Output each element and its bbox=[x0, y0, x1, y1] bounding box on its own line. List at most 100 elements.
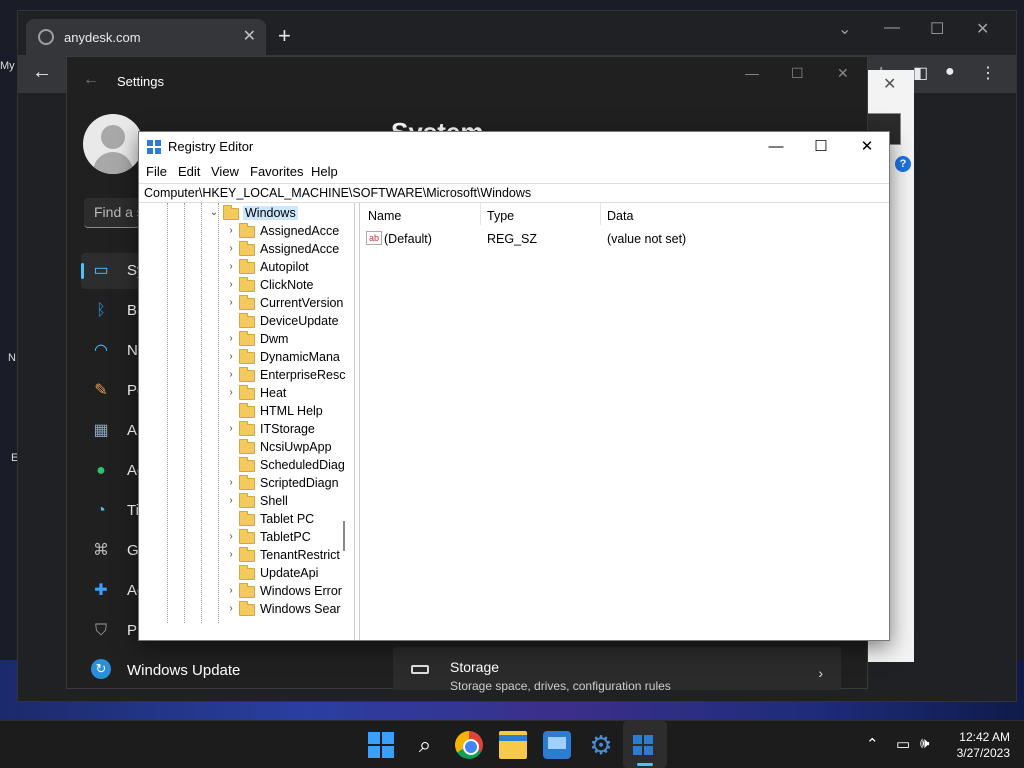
nav-item-apps[interactable]: ▦Apps bbox=[81, 413, 161, 449]
tree-node[interactable]: HTML Help bbox=[139, 403, 354, 421]
tree-node[interactable]: › ClickNote bbox=[139, 277, 354, 295]
minimize-button[interactable]: — bbox=[884, 19, 900, 37]
tree-node[interactable]: DeviceUpdate bbox=[139, 313, 354, 331]
tree-node[interactable]: › CurrentVersion bbox=[139, 295, 354, 313]
close-button[interactable]: ✕ bbox=[976, 19, 989, 39]
storage-card[interactable]: Storage Storage space, drives, configura… bbox=[393, 647, 841, 693]
nav-item-gaming[interactable]: ⌘Gaming bbox=[81, 533, 180, 569]
tree-node[interactable]: Tablet PC bbox=[139, 511, 354, 529]
tree-node-windows[interactable]: ⌄ Windows bbox=[139, 205, 354, 223]
menu-file[interactable]: File bbox=[146, 164, 167, 179]
chevron-right-icon[interactable]: › bbox=[226, 351, 236, 362]
tree-node[interactable]: › EnterpriseResc bbox=[139, 367, 354, 385]
tree-node[interactable]: › ScriptedDiagn bbox=[139, 475, 354, 493]
settings-search-input[interactable]: Find a setting bbox=[84, 198, 140, 228]
back-button[interactable]: ← bbox=[83, 71, 99, 89]
tree-node[interactable]: › TenantRestrict bbox=[139, 547, 354, 565]
menu-icon[interactable]: ⋮ bbox=[980, 63, 996, 83]
close-button[interactable]: ✕ bbox=[855, 135, 879, 159]
nav-item-windows-update[interactable]: ↻ Windows Update bbox=[81, 655, 361, 687]
value-row[interactable]: ab (Default) REG_SZ (value not set) bbox=[360, 230, 889, 248]
desktop-icon-label[interactable]: My bbox=[0, 60, 18, 72]
chevron-right-icon[interactable]: › bbox=[226, 495, 236, 506]
tree-node[interactable]: NcsiUwpApp bbox=[139, 439, 354, 457]
tree-node[interactable]: › TabletPC bbox=[139, 529, 354, 547]
chevron-up-icon[interactable]: ⌃ bbox=[866, 735, 879, 753]
registry-tree[interactable]: ⌄ Windows › AssignedAcce › AssignedAcce › Aut… bbox=[139, 203, 355, 640]
chevron-right-icon[interactable]: › bbox=[226, 423, 236, 434]
tree-node[interactable]: › Windows Sear bbox=[139, 601, 354, 619]
chevron-right-icon[interactable]: › bbox=[226, 477, 236, 488]
chevron-right-icon[interactable]: › bbox=[226, 225, 236, 236]
nav-item-accounts[interactable]: ●Accounts bbox=[81, 453, 189, 489]
profile-icon[interactable]: ● bbox=[945, 63, 955, 81]
tab-search-icon[interactable]: ⌄ bbox=[838, 19, 851, 39]
nav-item-bluetooth-devices[interactable]: ᛒBluetooth & devices bbox=[81, 293, 259, 329]
chevron-right-icon[interactable]: › bbox=[226, 261, 236, 272]
browser-tab[interactable]: anydesk.com ✕ bbox=[26, 19, 266, 55]
start-icon[interactable] bbox=[367, 731, 395, 759]
network-icon[interactable]: ▭ bbox=[896, 735, 910, 753]
settings-icon[interactable]: ⚙ bbox=[587, 731, 615, 759]
close-button[interactable]: ✕ bbox=[837, 65, 849, 82]
avatar[interactable] bbox=[83, 114, 143, 174]
back-button[interactable]: ← bbox=[32, 61, 52, 84]
search-icon[interactable]: ⌕ bbox=[411, 731, 439, 759]
maximize-button[interactable]: ☐ bbox=[930, 19, 944, 39]
maximize-button[interactable]: ☐ bbox=[791, 65, 804, 82]
tree-node[interactable]: › Heat bbox=[139, 385, 354, 403]
tree-node[interactable]: UpdateApi bbox=[139, 565, 354, 583]
chevron-right-icon[interactable]: › bbox=[226, 531, 236, 542]
tree-node[interactable]: › AssignedAcce bbox=[139, 241, 354, 259]
column-header-type[interactable]: Type bbox=[487, 209, 514, 223]
chrome-icon[interactable] bbox=[455, 731, 483, 759]
address-bar[interactable]: Computer\HKEY_LOCAL_MACHINE\SOFTWARE\Mic… bbox=[139, 183, 889, 203]
nav-item-personalization[interactable]: ✎Personalization bbox=[81, 373, 229, 409]
tree-node-label: Dwm bbox=[260, 332, 289, 346]
column-header-name[interactable]: Name bbox=[368, 209, 401, 223]
help-icon[interactable]: ? bbox=[895, 156, 911, 172]
tree-node[interactable]: › DynamicMana bbox=[139, 349, 354, 367]
chevron-right-icon[interactable]: › bbox=[226, 387, 236, 398]
tree-node[interactable]: ScheduledDiag bbox=[139, 457, 354, 475]
tree-node[interactable]: › ITStorage bbox=[139, 421, 354, 439]
menu-view[interactable]: View bbox=[211, 164, 239, 179]
remote-desktop-icon[interactable] bbox=[543, 731, 571, 759]
new-tab-button[interactable]: + bbox=[278, 23, 291, 49]
panel-close-icon[interactable]: ✕ bbox=[883, 74, 896, 94]
chevron-right-icon[interactable]: › bbox=[226, 603, 236, 614]
registry-editor-icon[interactable] bbox=[631, 731, 659, 759]
nav-item-time-language[interactable]: ◔Time & language bbox=[81, 493, 240, 529]
tree-node[interactable]: › Autopilot bbox=[139, 259, 354, 277]
nav-item-system[interactable]: ▭System bbox=[81, 253, 177, 289]
chevron-right-icon[interactable]: › bbox=[226, 279, 236, 290]
chevron-right-icon[interactable]: › bbox=[226, 369, 236, 380]
sidebar-icon[interactable]: ◧ bbox=[913, 63, 928, 83]
menu-help[interactable]: Help bbox=[311, 164, 338, 179]
maximize-button[interactable]: ☐ bbox=[809, 135, 833, 159]
tree-vertical-scrollbar[interactable] bbox=[343, 521, 345, 551]
tree-node[interactable]: › Dwm bbox=[139, 331, 354, 349]
tree-node[interactable]: › Windows Error bbox=[139, 583, 354, 601]
chevron-right-icon[interactable]: › bbox=[226, 297, 236, 308]
chevron-right-icon[interactable]: › bbox=[226, 333, 236, 344]
menu-edit[interactable]: Edit bbox=[178, 164, 200, 179]
column-header-data[interactable]: Data bbox=[607, 209, 633, 223]
volume-icon[interactable]: 🕪 bbox=[920, 735, 929, 752]
nav-item-network-internet[interactable]: ◠Network & internet bbox=[81, 333, 250, 369]
tree-node-label: Heat bbox=[260, 386, 287, 400]
system-clock[interactable]: 12:42 AM 3/27/2023 bbox=[957, 729, 1010, 761]
chevron-right-icon[interactable]: › bbox=[226, 243, 236, 254]
file-explorer-icon[interactable] bbox=[499, 731, 527, 759]
chevron-down-icon[interactable]: ⌄ bbox=[209, 207, 219, 218]
tree-node[interactable]: › AssignedAcce bbox=[139, 223, 354, 241]
minimize-button[interactable]: — bbox=[745, 65, 759, 81]
nav-item-privacy-security[interactable]: ⛉Privacy & security bbox=[81, 613, 246, 649]
chevron-right-icon[interactable]: › bbox=[226, 549, 236, 560]
tab-close-button[interactable]: ✕ bbox=[243, 26, 256, 46]
minimize-button[interactable]: — bbox=[764, 135, 788, 159]
nav-item-accessibility[interactable]: ✚Accessibility bbox=[81, 573, 208, 609]
chevron-right-icon[interactable]: › bbox=[226, 585, 236, 596]
tree-node[interactable]: › Shell bbox=[139, 493, 354, 511]
menu-favorites[interactable]: Favorites bbox=[250, 164, 303, 179]
